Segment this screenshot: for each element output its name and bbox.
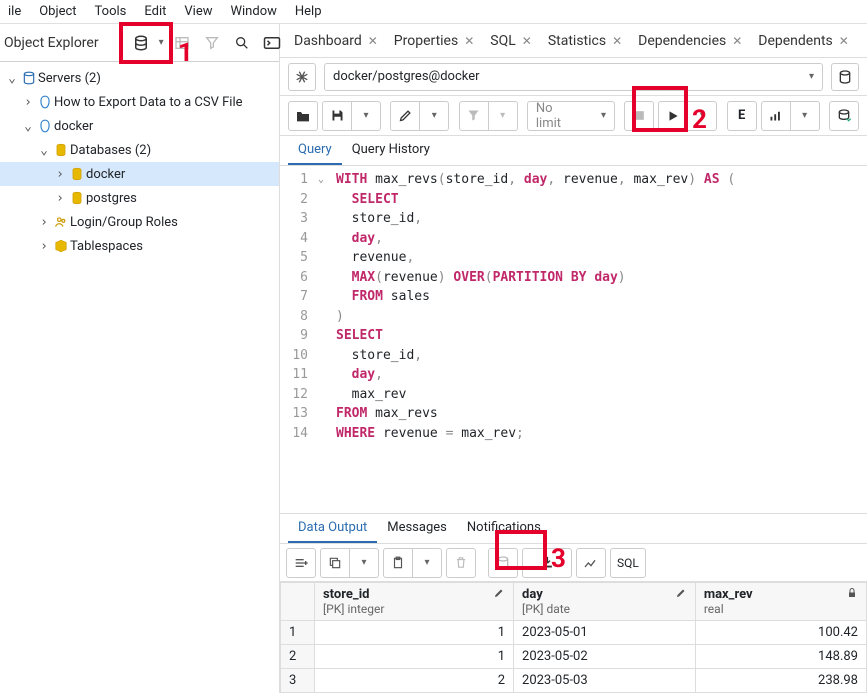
save-data-button[interactable] bbox=[488, 548, 518, 578]
server-icon bbox=[36, 119, 54, 133]
query-toolbar: ▾ ▾ ▾ No limit ▾ ▾ E bbox=[280, 96, 867, 136]
menu-tools[interactable]: Tools bbox=[95, 4, 127, 19]
filter-button[interactable] bbox=[459, 101, 489, 131]
commit-button[interactable] bbox=[829, 101, 859, 131]
pencil-icon bbox=[675, 587, 687, 599]
search-button[interactable] bbox=[230, 31, 254, 55]
connection-select[interactable]: docker/postgres@docker ▾ bbox=[324, 63, 823, 91]
graph-button[interactable] bbox=[576, 548, 606, 578]
chevron-down-icon: ▾ bbox=[601, 110, 606, 121]
edit-dropdown[interactable]: ▾ bbox=[419, 101, 449, 131]
close-icon[interactable]: ✕ bbox=[368, 34, 378, 48]
explain-analyze-button[interactable] bbox=[761, 101, 791, 131]
object-tree: ⌄ Servers (2) › How to Export Data to a … bbox=[0, 62, 279, 262]
tree-db-postgres[interactable]: › postgres bbox=[0, 186, 279, 210]
menu-help[interactable]: Help bbox=[295, 4, 322, 19]
database-icon bbox=[68, 191, 86, 205]
results-grid[interactable]: store_id[PK] integerday[PK] datemax_revr… bbox=[280, 582, 867, 693]
tab-query-history[interactable]: Query History bbox=[342, 136, 440, 165]
menu-object[interactable]: Object bbox=[39, 4, 76, 19]
copy-dropdown[interactable]: ▾ bbox=[349, 548, 379, 578]
open-file-button[interactable] bbox=[288, 101, 318, 131]
query-tool-button[interactable] bbox=[129, 31, 153, 55]
menu-view[interactable]: View bbox=[184, 4, 212, 19]
chevron-down-icon: ▾ bbox=[809, 71, 814, 82]
server-icon bbox=[36, 95, 54, 109]
close-icon[interactable]: ✕ bbox=[522, 34, 532, 48]
tab-sql[interactable]: SQL✕ bbox=[484, 27, 538, 55]
paste-button[interactable] bbox=[383, 548, 413, 578]
save-button[interactable] bbox=[322, 101, 352, 131]
execute-dropdown[interactable]: ▾ bbox=[687, 101, 717, 131]
main-tabs: Dashboard✕Properties✕SQL✕Statistics✕Depe… bbox=[280, 24, 867, 58]
close-icon[interactable]: ✕ bbox=[839, 34, 849, 48]
sql-view-button[interactable]: SQL bbox=[610, 548, 646, 578]
tree-db-docker[interactable]: › docker bbox=[0, 162, 279, 186]
tab-data-output[interactable]: Data Output bbox=[288, 514, 377, 543]
tree-login-roles[interactable]: › Login/Group Roles bbox=[0, 210, 279, 234]
database-group-icon bbox=[52, 143, 70, 157]
close-icon[interactable]: ✕ bbox=[464, 34, 474, 48]
chevron-down-icon: ▾ bbox=[159, 37, 164, 48]
tree-databases[interactable]: ⌄ Databases (2) bbox=[0, 138, 279, 162]
tab-query[interactable]: Query bbox=[288, 136, 342, 165]
tab-statistics[interactable]: Statistics✕ bbox=[542, 27, 628, 55]
close-icon[interactable]: ✕ bbox=[732, 34, 742, 48]
pencil-icon bbox=[493, 587, 505, 599]
object-explorer-panel: Object Explorer ▾ bbox=[0, 24, 280, 693]
tab-dashboard[interactable]: Dashboard✕ bbox=[288, 27, 384, 55]
menu-window[interactable]: Window bbox=[230, 4, 276, 19]
database-icon bbox=[68, 167, 86, 181]
execute-button[interactable] bbox=[658, 101, 688, 131]
tab-dependencies[interactable]: Dependencies✕ bbox=[632, 27, 748, 55]
save-dropdown[interactable]: ▾ bbox=[351, 101, 381, 131]
tree-server-howto[interactable]: › How to Export Data to a CSV File bbox=[0, 90, 279, 114]
close-icon[interactable]: ✕ bbox=[612, 34, 622, 48]
paste-dropdown[interactable]: ▾ bbox=[412, 548, 442, 578]
connection-status-icon[interactable] bbox=[288, 63, 316, 91]
tab-messages[interactable]: Messages bbox=[377, 514, 457, 543]
tree-tablespaces[interactable]: › Tablespaces bbox=[0, 234, 279, 258]
view-data-button[interactable] bbox=[170, 31, 194, 55]
sql-editor[interactable]: 1234567891011121314 ⌄ WITH max_revs(stor… bbox=[280, 166, 867, 513]
tablespace-icon bbox=[52, 239, 70, 253]
new-connection-button[interactable] bbox=[831, 63, 859, 91]
filter-rows-button[interactable] bbox=[200, 31, 224, 55]
tab-properties[interactable]: Properties✕ bbox=[388, 27, 481, 55]
edit-button[interactable] bbox=[390, 101, 420, 131]
object-explorer-title: Object Explorer bbox=[4, 35, 129, 51]
add-row-button[interactable] bbox=[286, 548, 316, 578]
copy-button[interactable] bbox=[320, 548, 350, 578]
download-button[interactable] bbox=[522, 548, 572, 578]
lock-icon bbox=[846, 587, 858, 599]
tab-dependents[interactable]: Dependents✕ bbox=[752, 27, 855, 55]
stop-button[interactable] bbox=[624, 101, 654, 131]
server-group-icon bbox=[20, 71, 38, 85]
tree-servers[interactable]: ⌄ Servers (2) bbox=[0, 66, 279, 90]
tab-notifications[interactable]: Notifications bbox=[457, 514, 551, 543]
explain-dropdown[interactable]: ▾ bbox=[790, 101, 820, 131]
limit-select[interactable]: No limit ▾ bbox=[527, 101, 615, 131]
roles-icon bbox=[52, 215, 70, 229]
menu-edit[interactable]: Edit bbox=[144, 4, 166, 19]
delete-row-button[interactable] bbox=[446, 548, 476, 578]
filter-dropdown[interactable]: ▾ bbox=[488, 101, 518, 131]
tree-server-docker[interactable]: ⌄ docker bbox=[0, 114, 279, 138]
explain-button[interactable]: E bbox=[727, 101, 757, 131]
menubar: ile Object Tools Edit View Window Help bbox=[0, 0, 867, 24]
menu-ile[interactable]: ile bbox=[8, 4, 21, 19]
